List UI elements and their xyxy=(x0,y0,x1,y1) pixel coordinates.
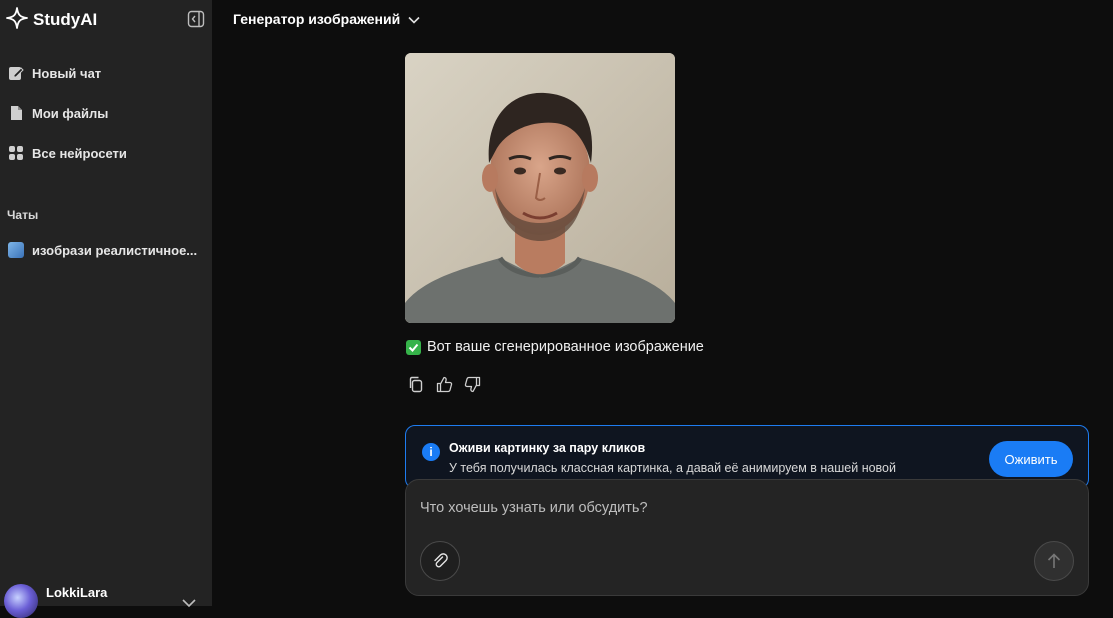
chat-title: изобрази реалистичное... xyxy=(32,242,198,258)
brand-name: StudyAI xyxy=(33,10,98,29)
chats-section-label: Чаты xyxy=(7,208,39,222)
sidebar: StudyAI Новый чат Мои файлы Все нейросет… xyxy=(0,0,212,618)
chat-thumbnail-icon xyxy=(8,242,24,258)
message-input[interactable] xyxy=(420,500,1020,516)
generated-image[interactable] xyxy=(405,53,675,323)
animate-button[interactable]: Оживить xyxy=(989,441,1073,477)
message-actions xyxy=(407,375,481,393)
collapse-sidebar-icon[interactable] xyxy=(187,10,205,28)
grid-icon xyxy=(8,145,24,161)
send-button[interactable] xyxy=(1034,541,1074,581)
assistant-message: Вот ваше сгенерированное изображение xyxy=(406,339,704,355)
info-icon: i xyxy=(422,443,440,461)
banner-text: У тебя получилась классная картинка, а д… xyxy=(449,461,896,475)
sidebar-item-label: Мои файлы xyxy=(32,105,109,121)
model-name: Генератор изображений xyxy=(233,11,401,27)
checkmark-icon xyxy=(406,339,421,355)
chevron-down-icon xyxy=(408,11,420,27)
message-text: Вот ваше сгенерированное изображение xyxy=(427,339,704,355)
file-icon xyxy=(8,105,24,121)
thumbs-down-icon[interactable] xyxy=(463,375,481,393)
arrow-up-icon xyxy=(1047,553,1061,568)
chevron-down-icon xyxy=(182,595,196,613)
copy-icon[interactable] xyxy=(407,375,425,393)
sidebar-item-my-files[interactable]: Мои файлы xyxy=(8,102,204,124)
sidebar-item-label: Все нейросети xyxy=(32,145,127,161)
composer xyxy=(405,479,1089,596)
sparkle-logo-icon xyxy=(6,6,28,34)
paperclip-icon xyxy=(434,553,448,568)
edit-icon xyxy=(8,65,24,81)
user-menu[interactable]: LokkiLara xyxy=(4,583,204,618)
avatar xyxy=(4,584,38,618)
sidebar-item-label: Новый чат xyxy=(32,65,102,81)
sidebar-item-all-networks[interactable]: Все нейросети xyxy=(8,142,204,164)
chat-list-item[interactable]: изобрази реалистичное... xyxy=(8,240,204,260)
brand[interactable]: StudyAI xyxy=(6,6,98,34)
banner-title: Оживи картинку за пару кликов xyxy=(449,441,646,455)
thumbs-up-icon[interactable] xyxy=(435,375,453,393)
attach-button[interactable] xyxy=(420,541,460,581)
sidebar-item-new-chat[interactable]: Новый чат xyxy=(8,62,204,84)
username: LokkiLara xyxy=(46,584,108,600)
model-selector[interactable]: Генератор изображений xyxy=(233,11,420,27)
